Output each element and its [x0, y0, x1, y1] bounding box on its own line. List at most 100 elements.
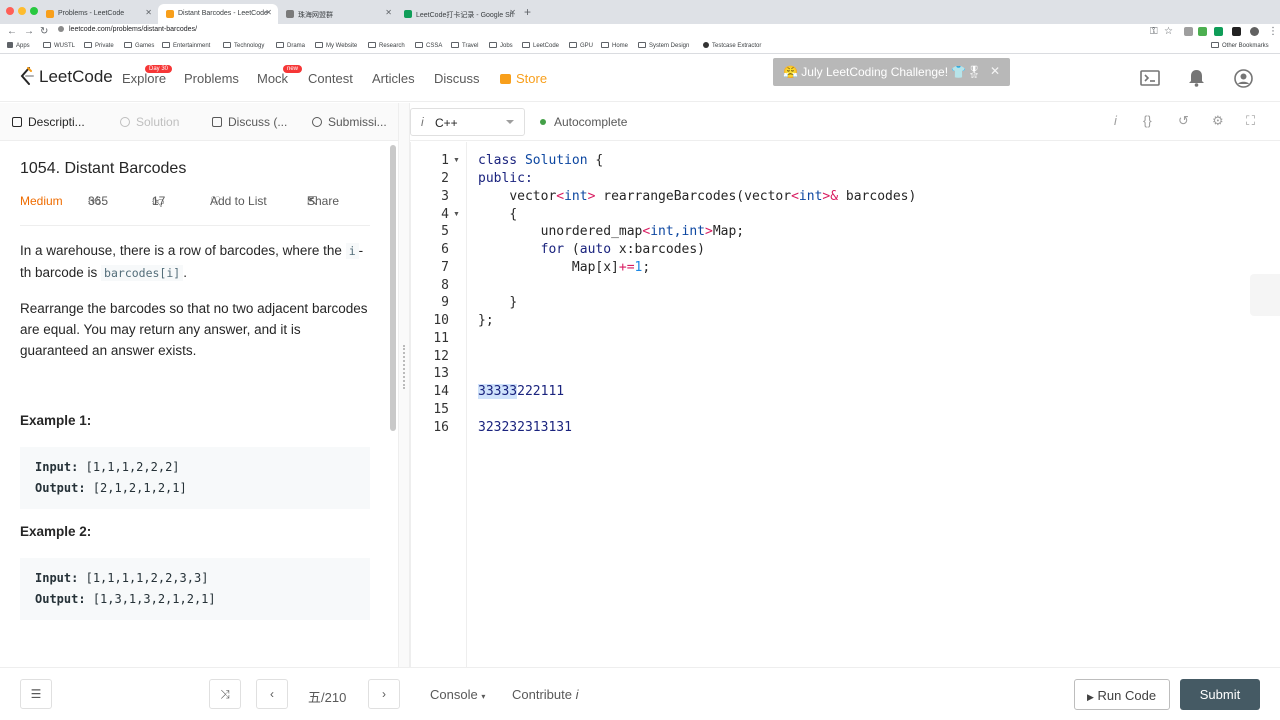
problem-list-button[interactable]: ☰ [20, 679, 52, 709]
line-number: 2 [441, 171, 449, 186]
bookmark-folder[interactable]: Home [601, 42, 628, 49]
bookmark-folder[interactable]: My Website [315, 42, 357, 49]
maximize-window-icon[interactable] [30, 7, 38, 15]
july-challenge-banner[interactable]: 😤 July LeetCoding Challenge! 👕🎖 ✕ [773, 58, 1010, 86]
code-line: 33333222111 [478, 384, 565, 399]
language-select[interactable]: i C++ [410, 108, 525, 136]
tab-discuss[interactable]: Discuss (... [212, 115, 287, 129]
nav-store[interactable]: Store [500, 71, 547, 86]
nav-discuss[interactable]: Discuss [434, 71, 480, 86]
minimize-window-icon[interactable] [18, 7, 26, 15]
bookmark-folder[interactable]: Entertainment [162, 42, 210, 49]
nav-problems[interactable]: Problems [184, 71, 239, 86]
folder-icon [1211, 42, 1219, 48]
notification-bell-icon[interactable] [1188, 69, 1205, 87]
user-avatar-icon[interactable] [1234, 69, 1253, 88]
contribute-button[interactable]: Contribute i [512, 687, 579, 702]
fold-arrow-icon[interactable]: ▼ [453, 211, 460, 218]
browser-tab-group[interactable]: 珠海网盟群 ✕ [278, 4, 398, 24]
submit-button[interactable]: Submit [1180, 679, 1260, 710]
reset-icon[interactable]: ↺ [1178, 113, 1189, 129]
problem-tabs: Descripti... Solution Discuss (... Submi… [0, 103, 398, 141]
mock-new-badge: new [283, 65, 303, 73]
key-icon[interactable]: ⚿ [1150, 26, 1158, 37]
bookmark-folder[interactable]: WUSTL [43, 42, 75, 49]
url-field[interactable]: leetcode.com/problems/distant-barcodes/ [58, 26, 197, 38]
bookmark-other[interactable]: Other Bookmarks [1211, 42, 1269, 49]
playground-icon[interactable] [1140, 70, 1160, 86]
forward-arrow-icon[interactable]: → [24, 26, 34, 37]
fullscreen-icon[interactable]: ⛶ [1246, 113, 1255, 129]
description-scrollbar[interactable] [390, 145, 396, 431]
tab-submissions[interactable]: Submissi... [312, 115, 387, 129]
bookmark-folder[interactable]: GPU [569, 42, 593, 49]
close-tab-icon[interactable]: ✕ [265, 8, 272, 17]
fold-arrow-icon[interactable]: ▼ [453, 157, 460, 164]
close-tab-icon[interactable]: ✕ [145, 8, 152, 17]
new-tab-icon[interactable]: + [524, 5, 531, 19]
run-code-button[interactable]: ▶ Run Code [1074, 679, 1170, 710]
back-arrow-icon[interactable]: ← [7, 26, 17, 37]
line-number: 6 [441, 242, 449, 257]
lock-icon [58, 26, 64, 32]
browser-tab-problems[interactable]: Problems - LeetCode ✕ [38, 4, 158, 24]
profile-avatar-icon[interactable] [1250, 27, 1259, 36]
side-panel-tab[interactable] [1250, 274, 1280, 316]
bookmark-folder[interactable]: Drama [276, 42, 305, 49]
bookmark-folder[interactable]: Jobs [489, 42, 513, 49]
sheets-extension-icon[interactable] [1214, 27, 1223, 36]
nav-articles[interactable]: Articles [372, 71, 415, 86]
problem-description: 1054. Distant Barcodes Medium 👍︎ 365 👎︎ … [0, 142, 390, 667]
drag-handle-icon[interactable] [403, 345, 405, 389]
bookmark-star-icon[interactable]: ☆ [1164, 26, 1173, 37]
menu-dots-icon[interactable]: ⋮ [1268, 26, 1278, 37]
bookmark-folder[interactable]: Travel [451, 42, 478, 49]
browser-tab-distant-barcodes[interactable]: Distant Barcodes - LeetCode ✕ [158, 4, 278, 24]
close-tab-icon[interactable]: ✕ [385, 8, 392, 17]
tab-solution[interactable]: Solution [120, 115, 179, 129]
info-icon[interactable]: i [1114, 113, 1117, 128]
bookmark-testcase-extractor[interactable]: Testcase Extractor [703, 42, 761, 49]
nav-explore[interactable]: Explore [122, 71, 166, 86]
prev-problem-button[interactable]: ‹ [256, 679, 288, 709]
example-2-output: Output: [1,3,1,3,2,1,2,1] [35, 592, 216, 606]
extension-icon[interactable] [1184, 27, 1193, 36]
bottom-bar: ☰ ⤨ ‹ 五/210 › Console ▾ Contribute i ▶ R… [0, 667, 1280, 720]
code-braces-icon[interactable]: {} [1143, 113, 1152, 128]
folder-icon [124, 42, 132, 48]
code-line: unordered_map<int,int>Map; [540, 224, 745, 239]
tab-description[interactable]: Descripti... [12, 115, 85, 129]
bookmark-folder[interactable]: Private [84, 42, 114, 49]
console-toggle[interactable]: Console ▾ [430, 687, 485, 702]
folder-icon [638, 42, 646, 48]
bookmark-folder[interactable]: Technology [223, 42, 264, 49]
nav-contest[interactable]: Contest [308, 71, 353, 86]
close-icon[interactable]: ✕ [990, 64, 1000, 78]
line-number: 7 [441, 260, 449, 275]
settings-gear-icon[interactable]: ⚙ [1212, 113, 1224, 129]
bookmark-folder[interactable]: System Design [638, 42, 689, 49]
bookmark-folder[interactable]: CSSA [415, 42, 442, 49]
close-tab-icon[interactable]: ✕ [509, 8, 516, 17]
random-problem-button[interactable]: ⤨ [209, 679, 241, 709]
close-window-icon[interactable] [6, 7, 14, 15]
bookmark-folder[interactable]: Games [124, 42, 154, 49]
chevron-right-icon: › [382, 687, 386, 701]
bookmark-folder[interactable]: Research [368, 42, 405, 49]
code-editor[interactable]: 1 ▼ 2 3 4 ▼ 5 6 7 8 9 10 11 12 13 14 15 … [410, 142, 1280, 667]
description-icon [12, 117, 22, 127]
example-2-block: Input: [1,1,1,1,2,2,3,3] Output: [1,3,1,… [20, 558, 370, 620]
browser-tab-spreadsheet[interactable]: LeetCode打卡记录 - Google Sh ✕ [396, 4, 522, 24]
reload-icon[interactable]: ↻ [40, 26, 48, 37]
leetcode-logo[interactable]: LeetCode [20, 67, 113, 87]
bookmark-apps[interactable]: Apps [7, 42, 30, 49]
line-number: 14 [433, 384, 449, 399]
extension-icon[interactable] [1232, 27, 1241, 36]
next-problem-button[interactable]: › [368, 679, 400, 709]
challenge-gift-icon: 👕🎖 [951, 65, 982, 79]
panel-resizer[interactable] [398, 103, 410, 667]
extension-icon[interactable] [1198, 27, 1207, 36]
bookmark-folder[interactable]: LeetCode [522, 42, 559, 49]
nav-mock[interactable]: Mock [257, 71, 288, 86]
autocomplete-toggle[interactable]: Autocomplete [540, 115, 627, 129]
